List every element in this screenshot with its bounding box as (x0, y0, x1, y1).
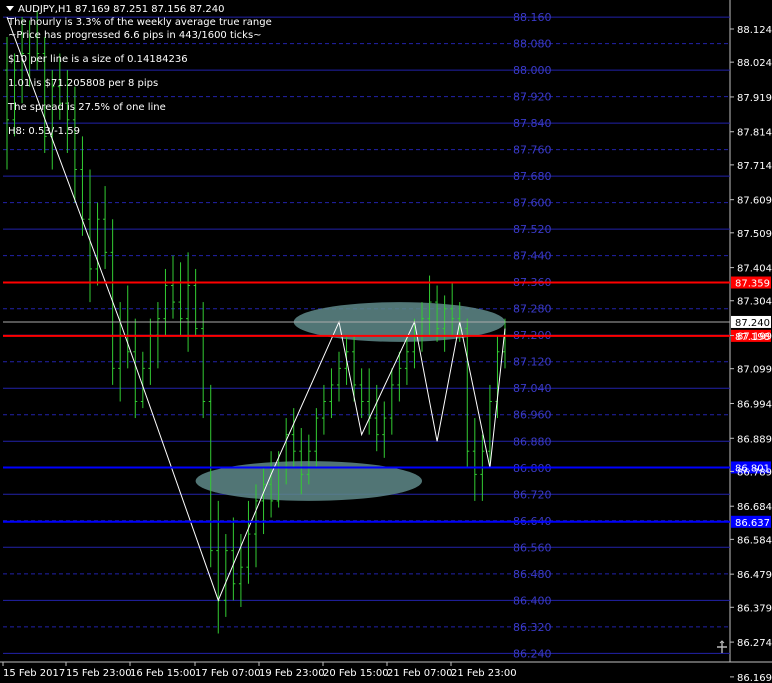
ohlc-bar (404, 335, 409, 385)
ohlc-bar (389, 368, 394, 435)
price-tick-label: 87.919 (737, 93, 772, 104)
grid-level-label: 86.320 (513, 621, 552, 634)
resistance-upper-tag-label: 87.359 (735, 279, 770, 290)
price-tick-label: 87.099 (737, 365, 772, 376)
price-tick-label: 87.714 (737, 161, 772, 172)
time-tick-label: 19 Feb 23:00 (259, 668, 325, 679)
ohlc-bar (231, 517, 236, 601)
price-tick-label: 86.889 (737, 434, 772, 445)
grid-level-label: 86.400 (513, 594, 552, 607)
price-tick-label: 86.789 (737, 467, 772, 478)
support-lower-tag-label: 86.637 (735, 518, 770, 529)
current-price-label: 87.240 (735, 318, 770, 329)
ohlc-bar (397, 351, 402, 402)
grid-level-label: 86.880 (513, 435, 552, 448)
time-tick-label: 15 Feb 2017 (3, 668, 65, 679)
ohlc-bar (238, 534, 243, 607)
ohlc-bar (246, 500, 251, 584)
ohlc-bar (465, 318, 470, 468)
grid-level-label: 88.160 (513, 11, 552, 24)
ohlc-bar (359, 368, 364, 419)
price-tick-label: 87.509 (737, 229, 772, 240)
grid-level-label: 87.840 (513, 117, 552, 130)
grid-level-label: 86.240 (513, 647, 552, 660)
price-tick-label: 87.404 (737, 264, 772, 275)
ohlc-bar (495, 335, 500, 419)
chart-window[interactable]: 88.160 88.080 88.000 87.920 87.840 87.760 87.6… (0, 0, 772, 683)
price-tick-label: 86.169 (737, 673, 772, 683)
ohlc-bar (140, 351, 145, 409)
ohlc-bar (382, 401, 387, 458)
grid-level-label: 87.600 (513, 197, 552, 210)
grid-level-label: 87.520 (513, 223, 552, 236)
info-line-atr: The hourly is 3.3% of the weekly average… (8, 17, 272, 28)
ohlc-bar (125, 285, 130, 369)
price-tick-label: 86.479 (737, 570, 772, 581)
ohlc-bar (321, 384, 326, 435)
grid-level-label: 87.280 (513, 303, 552, 316)
price-tick-label: 88.024 (737, 58, 772, 69)
grid-level-label: 88.080 (513, 38, 552, 51)
time-tick-label: 16 Feb 15:00 (130, 668, 196, 679)
time-tick-label: 15 Feb 23:00 (66, 668, 132, 679)
symbol-ohlc-label: AUDJPY,H1 87.169 87.251 87.156 87.240 (18, 4, 225, 15)
price-tick-label: 87.199 (737, 332, 772, 343)
time-tick-label: 20 Feb 15:00 (323, 668, 389, 679)
grid-level-label: 87.920 (513, 91, 552, 104)
price-tick-label: 87.814 (737, 128, 772, 139)
grid-level-label: 86.480 (513, 568, 552, 581)
ohlc-bar (329, 368, 334, 419)
ohlc-bar (148, 318, 153, 385)
grid-level-label: 86.960 (513, 409, 552, 422)
ohlc-bar (201, 302, 206, 419)
grid-level-label: 87.760 (513, 144, 552, 157)
grid-level-label: 87.120 (513, 356, 552, 369)
grid-level-label: 87.040 (513, 382, 552, 395)
time-tick-label: 17 Feb 07:00 (195, 668, 261, 679)
ohlc-bar (291, 408, 296, 468)
price-tick-label: 87.609 (737, 196, 772, 207)
grid-level-label: 88.000 (513, 64, 552, 77)
info-line-size: $10 per line is a size of 0.14184236 (8, 54, 188, 65)
ohlc-bar (163, 268, 168, 336)
ohlc-bar (223, 534, 228, 617)
price-tick-label: 86.994 (737, 399, 772, 410)
ohlc-bar (314, 408, 319, 468)
info-line-progress: ~Price has progressed 6.6 pips in 443/16… (8, 30, 262, 41)
price-tick-label: 86.584 (737, 535, 772, 546)
price-tick-label: 86.274 (737, 638, 772, 649)
info-line-spread: The spread is 27.5% of one line (8, 102, 166, 113)
price-tick-label: 87.304 (737, 297, 772, 308)
crosshair-icon[interactable] (716, 640, 728, 654)
ohlc-bar (337, 351, 341, 402)
ohlc-bar (193, 268, 198, 336)
time-tick-label: 21 Feb 23:00 (451, 668, 517, 679)
ohlc-bar (178, 262, 183, 336)
ohlc-bar (95, 202, 100, 286)
info-line-pips: 1.01 is $71.205808 per 8 pips (8, 78, 159, 89)
time-tick-label: 21 Feb 07:00 (387, 668, 453, 679)
grid-level-label: 87.680 (513, 170, 552, 183)
price-tick-label: 86.379 (737, 603, 772, 614)
price-tick-label: 88.124 (737, 25, 772, 36)
grid-level-label: 86.720 (513, 488, 552, 501)
ohlc-bar (367, 368, 372, 435)
grid-level-label: 86.560 (513, 541, 552, 554)
grid-level-label: 87.440 (513, 250, 552, 263)
info-line-h8: H8: 0.53/-1.59 (8, 126, 80, 137)
ohlc-bar (103, 186, 108, 269)
symbol-dropdown-icon[interactable] (6, 6, 14, 11)
ohlc-bar (472, 418, 477, 501)
price-tick-label: 86.684 (737, 502, 772, 513)
